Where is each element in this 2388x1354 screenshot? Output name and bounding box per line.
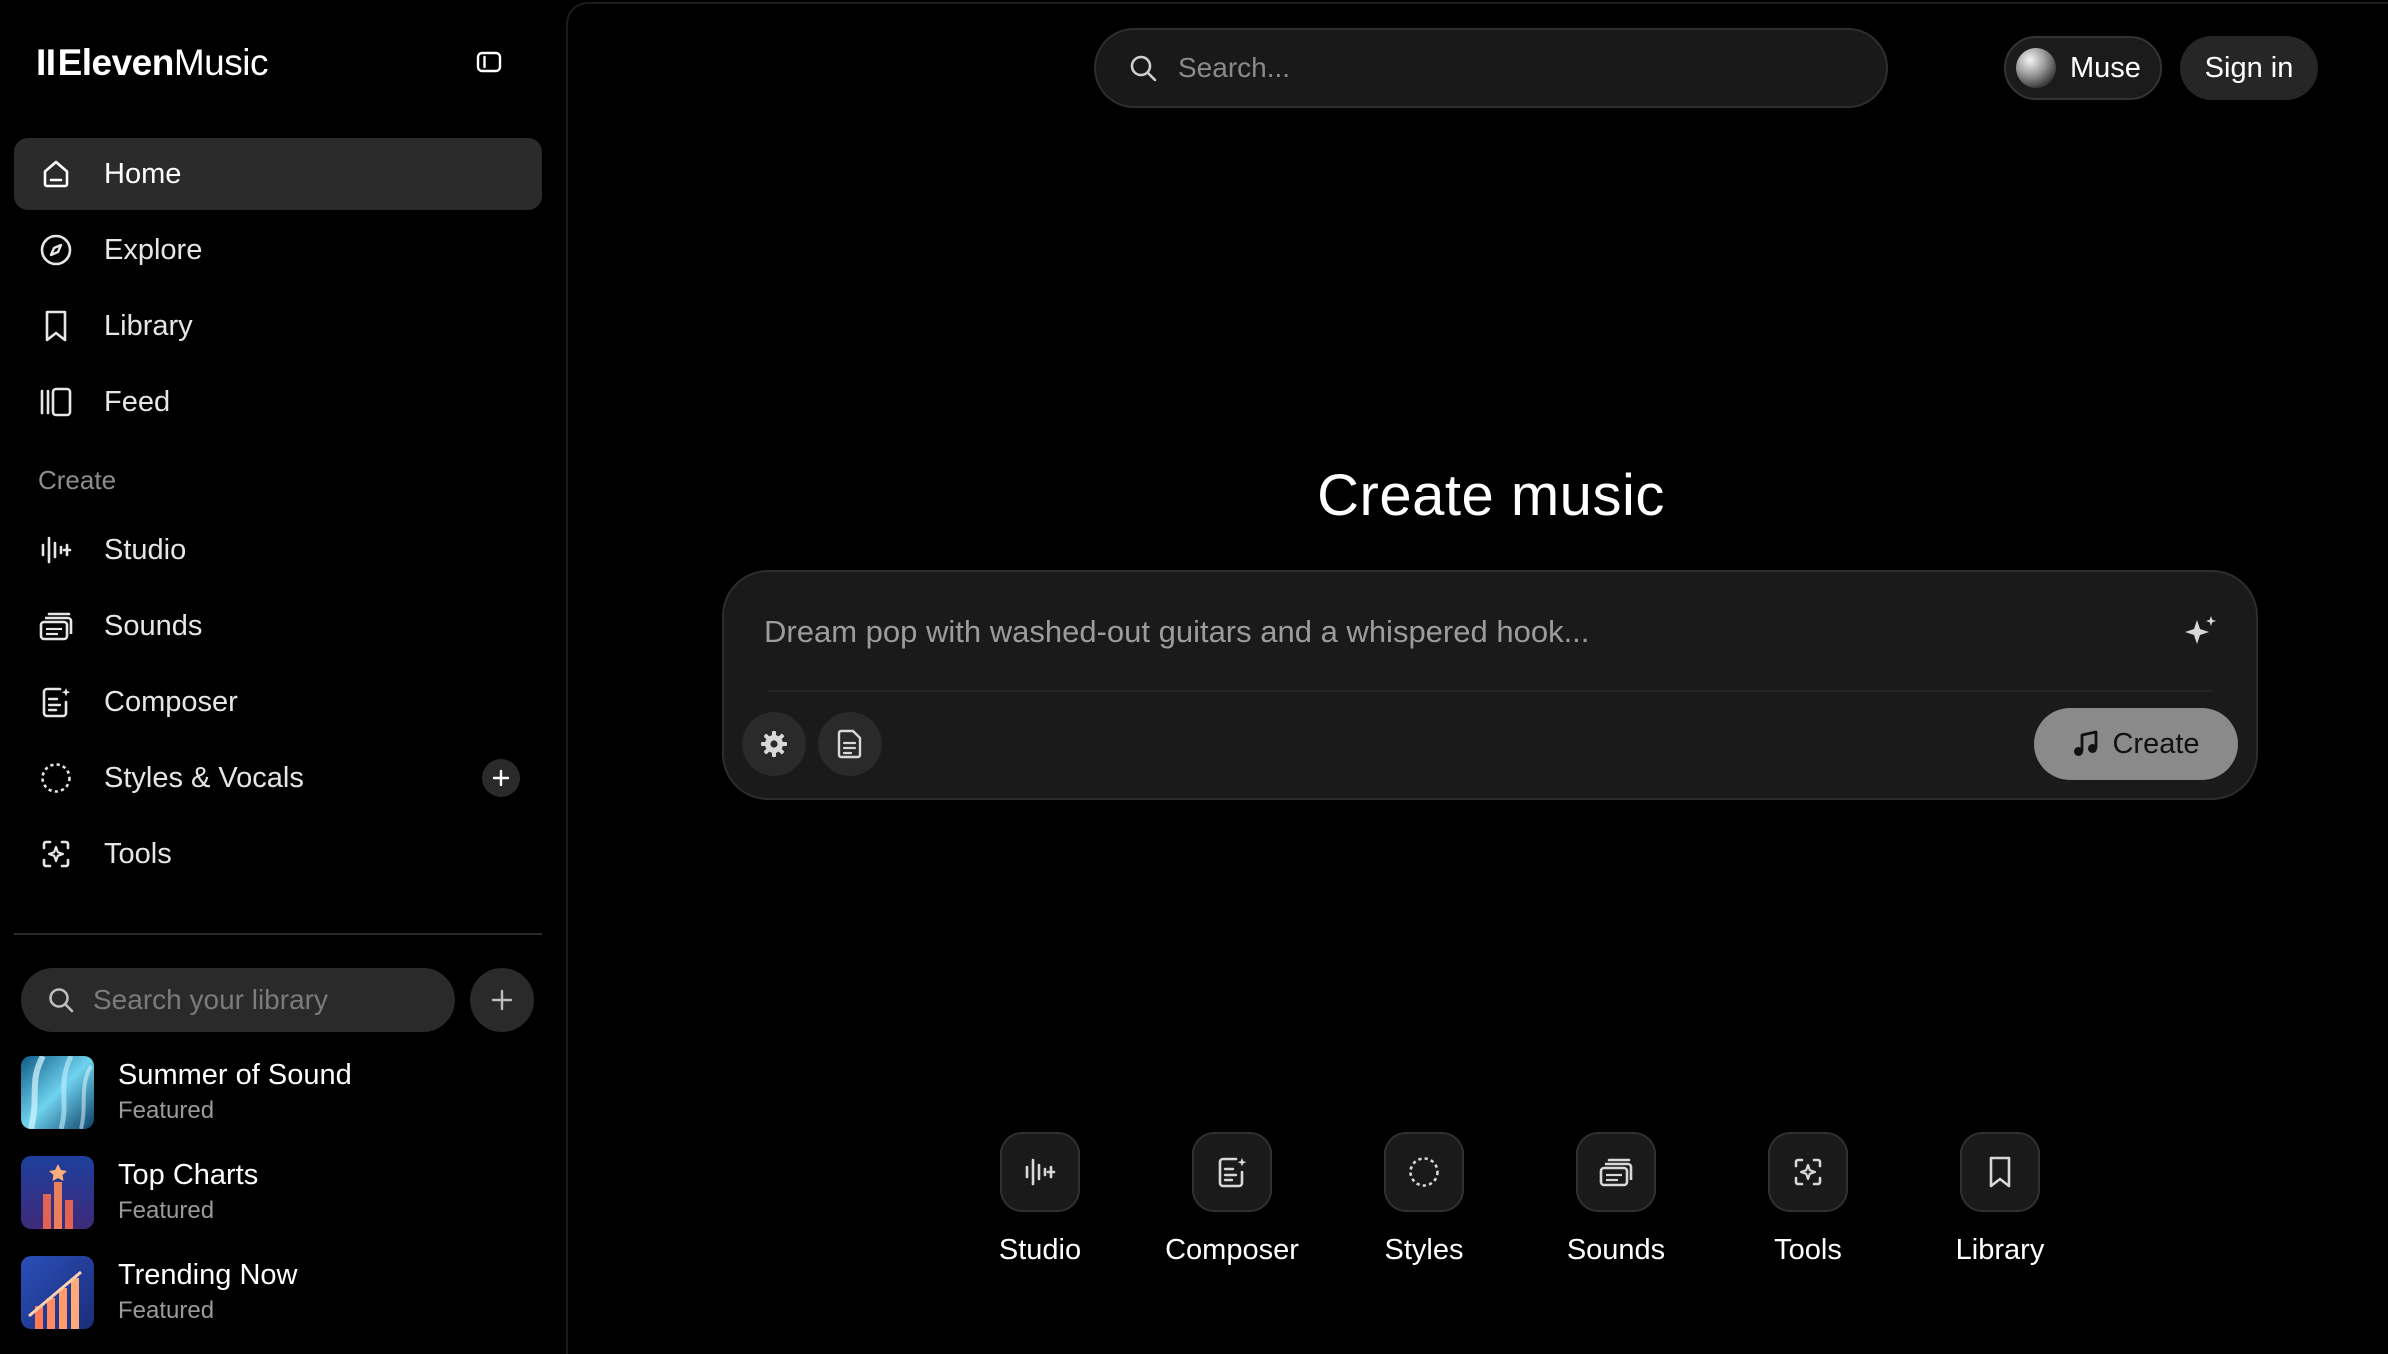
muse-label: Muse — [2070, 51, 2141, 84]
sidebar-item-composer[interactable]: Composer — [14, 666, 542, 738]
playlist-cover — [21, 1155, 94, 1229]
plus-icon — [492, 769, 510, 787]
tools-icon — [1768, 1132, 1848, 1212]
playlist-subtitle: Featured — [118, 1096, 215, 1124]
sidebar-item-tools[interactable]: Tools — [14, 818, 542, 890]
feed-icon — [38, 384, 74, 420]
quick-link-label: Styles — [1384, 1234, 1464, 1266]
sidebar-item-feed[interactable]: Feed — [14, 366, 542, 438]
document-icon — [837, 729, 862, 759]
create-button-label: Create — [2112, 727, 2200, 760]
add-to-library-button[interactable] — [470, 968, 534, 1032]
playlist-item[interactable]: Trending Now Featured — [21, 1255, 541, 1329]
home-icon — [38, 156, 74, 192]
library-search-input[interactable]: Search your library — [21, 968, 455, 1032]
sidebar-item-label: Composer — [104, 685, 238, 718]
page-title: Create music — [1317, 463, 1665, 528]
quick-link-sounds[interactable]: Sounds — [1520, 1132, 1712, 1267]
quick-link-label: Composer — [1165, 1234, 1299, 1266]
sidebar-item-sounds[interactable]: Sounds — [14, 590, 542, 662]
playlist-cover — [21, 1255, 94, 1329]
brand-mark: II — [36, 42, 56, 83]
playlist-subtitle: Featured — [118, 1196, 215, 1224]
create-button[interactable]: Create — [2034, 708, 2238, 780]
lyrics-button[interactable] — [818, 712, 882, 776]
library-playlist-list: Summer of Sound Featured Top Charts Feat… — [21, 1055, 541, 1354]
playlist-subtitle: Featured — [118, 1296, 215, 1324]
studio-icon — [38, 532, 74, 568]
quick-link-tools[interactable]: Tools — [1712, 1132, 1904, 1267]
composer-icon — [1192, 1132, 1272, 1212]
quick-links: Studio Composer Styles Sounds Tools Libr… — [944, 1132, 2096, 1267]
quick-link-label: Library — [1955, 1234, 2045, 1266]
quick-link-composer[interactable]: Composer — [1136, 1132, 1328, 1267]
add-style-button[interactable] — [482, 759, 520, 797]
settings-button[interactable] — [742, 712, 806, 776]
sidebar: II Eleven Music Home Explore Library Fee… — [0, 0, 566, 1354]
sidebar-item-explore[interactable]: Explore — [14, 214, 542, 286]
sidebar-item-library[interactable]: Library — [14, 290, 542, 362]
sidebar-item-label: Tools — [104, 837, 172, 870]
composer-divider — [768, 690, 2212, 692]
quick-link-styles[interactable]: Styles — [1328, 1132, 1520, 1267]
studio-icon — [1000, 1132, 1080, 1212]
global-search-placeholder: Search... — [1178, 52, 1291, 83]
sidebar-item-label: Styles & Vocals — [104, 761, 304, 794]
search-icon — [1130, 55, 1157, 82]
brand-logo[interactable]: II Eleven Music — [36, 42, 268, 84]
playlist-item[interactable]: Summer of Sound Featured — [21, 1055, 541, 1129]
sidebar-nav: Home Explore Library Feed Create Studio … — [14, 138, 542, 894]
gear-icon — [761, 731, 787, 757]
music-note-icon — [2072, 729, 2100, 759]
sidebar-item-label: Home — [104, 157, 182, 190]
sidebar-item-label: Explore — [104, 233, 203, 266]
prompt-input[interactable]: Dream pop with washed-out guitars and a … — [764, 614, 1589, 650]
plus-icon — [491, 989, 513, 1011]
styles-icon — [1384, 1132, 1464, 1212]
muse-orb-icon — [2016, 48, 2056, 88]
library-search-placeholder: Search your library — [93, 984, 328, 1015]
styles-icon — [38, 760, 74, 796]
global-search-input[interactable]: Search... — [1094, 28, 1888, 108]
tools-icon — [38, 836, 74, 872]
quick-link-studio[interactable]: Studio — [944, 1132, 1136, 1267]
playlist-cover — [21, 1055, 94, 1129]
sparkle-icon[interactable] — [2180, 612, 2220, 652]
playlist-title: Top Charts — [118, 1159, 259, 1192]
sounds-icon — [38, 608, 74, 644]
brand-name-bold: Eleven — [57, 42, 175, 83]
quick-link-library[interactable]: Library — [1904, 1132, 2096, 1267]
playlist-title: Summer of Sound — [118, 1059, 352, 1092]
sidebar-divider — [14, 933, 542, 935]
sidebar-toggle-icon — [476, 51, 502, 73]
playlist-title: Trending Now — [118, 1259, 298, 1292]
sidebar-item-styles-vocals[interactable]: Styles & Vocals — [14, 742, 542, 814]
quick-link-label: Studio — [998, 1234, 1082, 1266]
sign-in-button[interactable]: Sign in — [2180, 36, 2318, 100]
brand-name-regular: Music — [173, 42, 269, 83]
sidebar-item-label: Sounds — [104, 609, 203, 642]
muse-button[interactable]: Muse — [2004, 36, 2162, 100]
sidebar-item-studio[interactable]: Studio — [14, 514, 542, 586]
compass-icon — [38, 232, 74, 268]
sidebar-item-label: Library — [104, 309, 193, 342]
composer-icon — [38, 684, 74, 720]
sidebar-toggle-button[interactable] — [472, 48, 506, 76]
create-section-heading: Create — [38, 464, 117, 495]
bookmark-icon — [1960, 1132, 2040, 1212]
sounds-icon — [1576, 1132, 1656, 1212]
playlist-item[interactable]: Top Charts Featured — [21, 1155, 541, 1229]
prompt-composer: Dream pop with washed-out guitars and a … — [722, 570, 2258, 800]
sidebar-item-label: Feed — [104, 385, 171, 418]
search-icon — [49, 988, 74, 1013]
quick-link-label: Tools — [1774, 1234, 1842, 1266]
sidebar-item-label: Studio — [104, 533, 187, 566]
quick-link-label: Sounds — [1566, 1234, 1666, 1266]
sidebar-item-home[interactable]: Home — [14, 138, 542, 210]
bookmark-icon — [38, 308, 74, 344]
